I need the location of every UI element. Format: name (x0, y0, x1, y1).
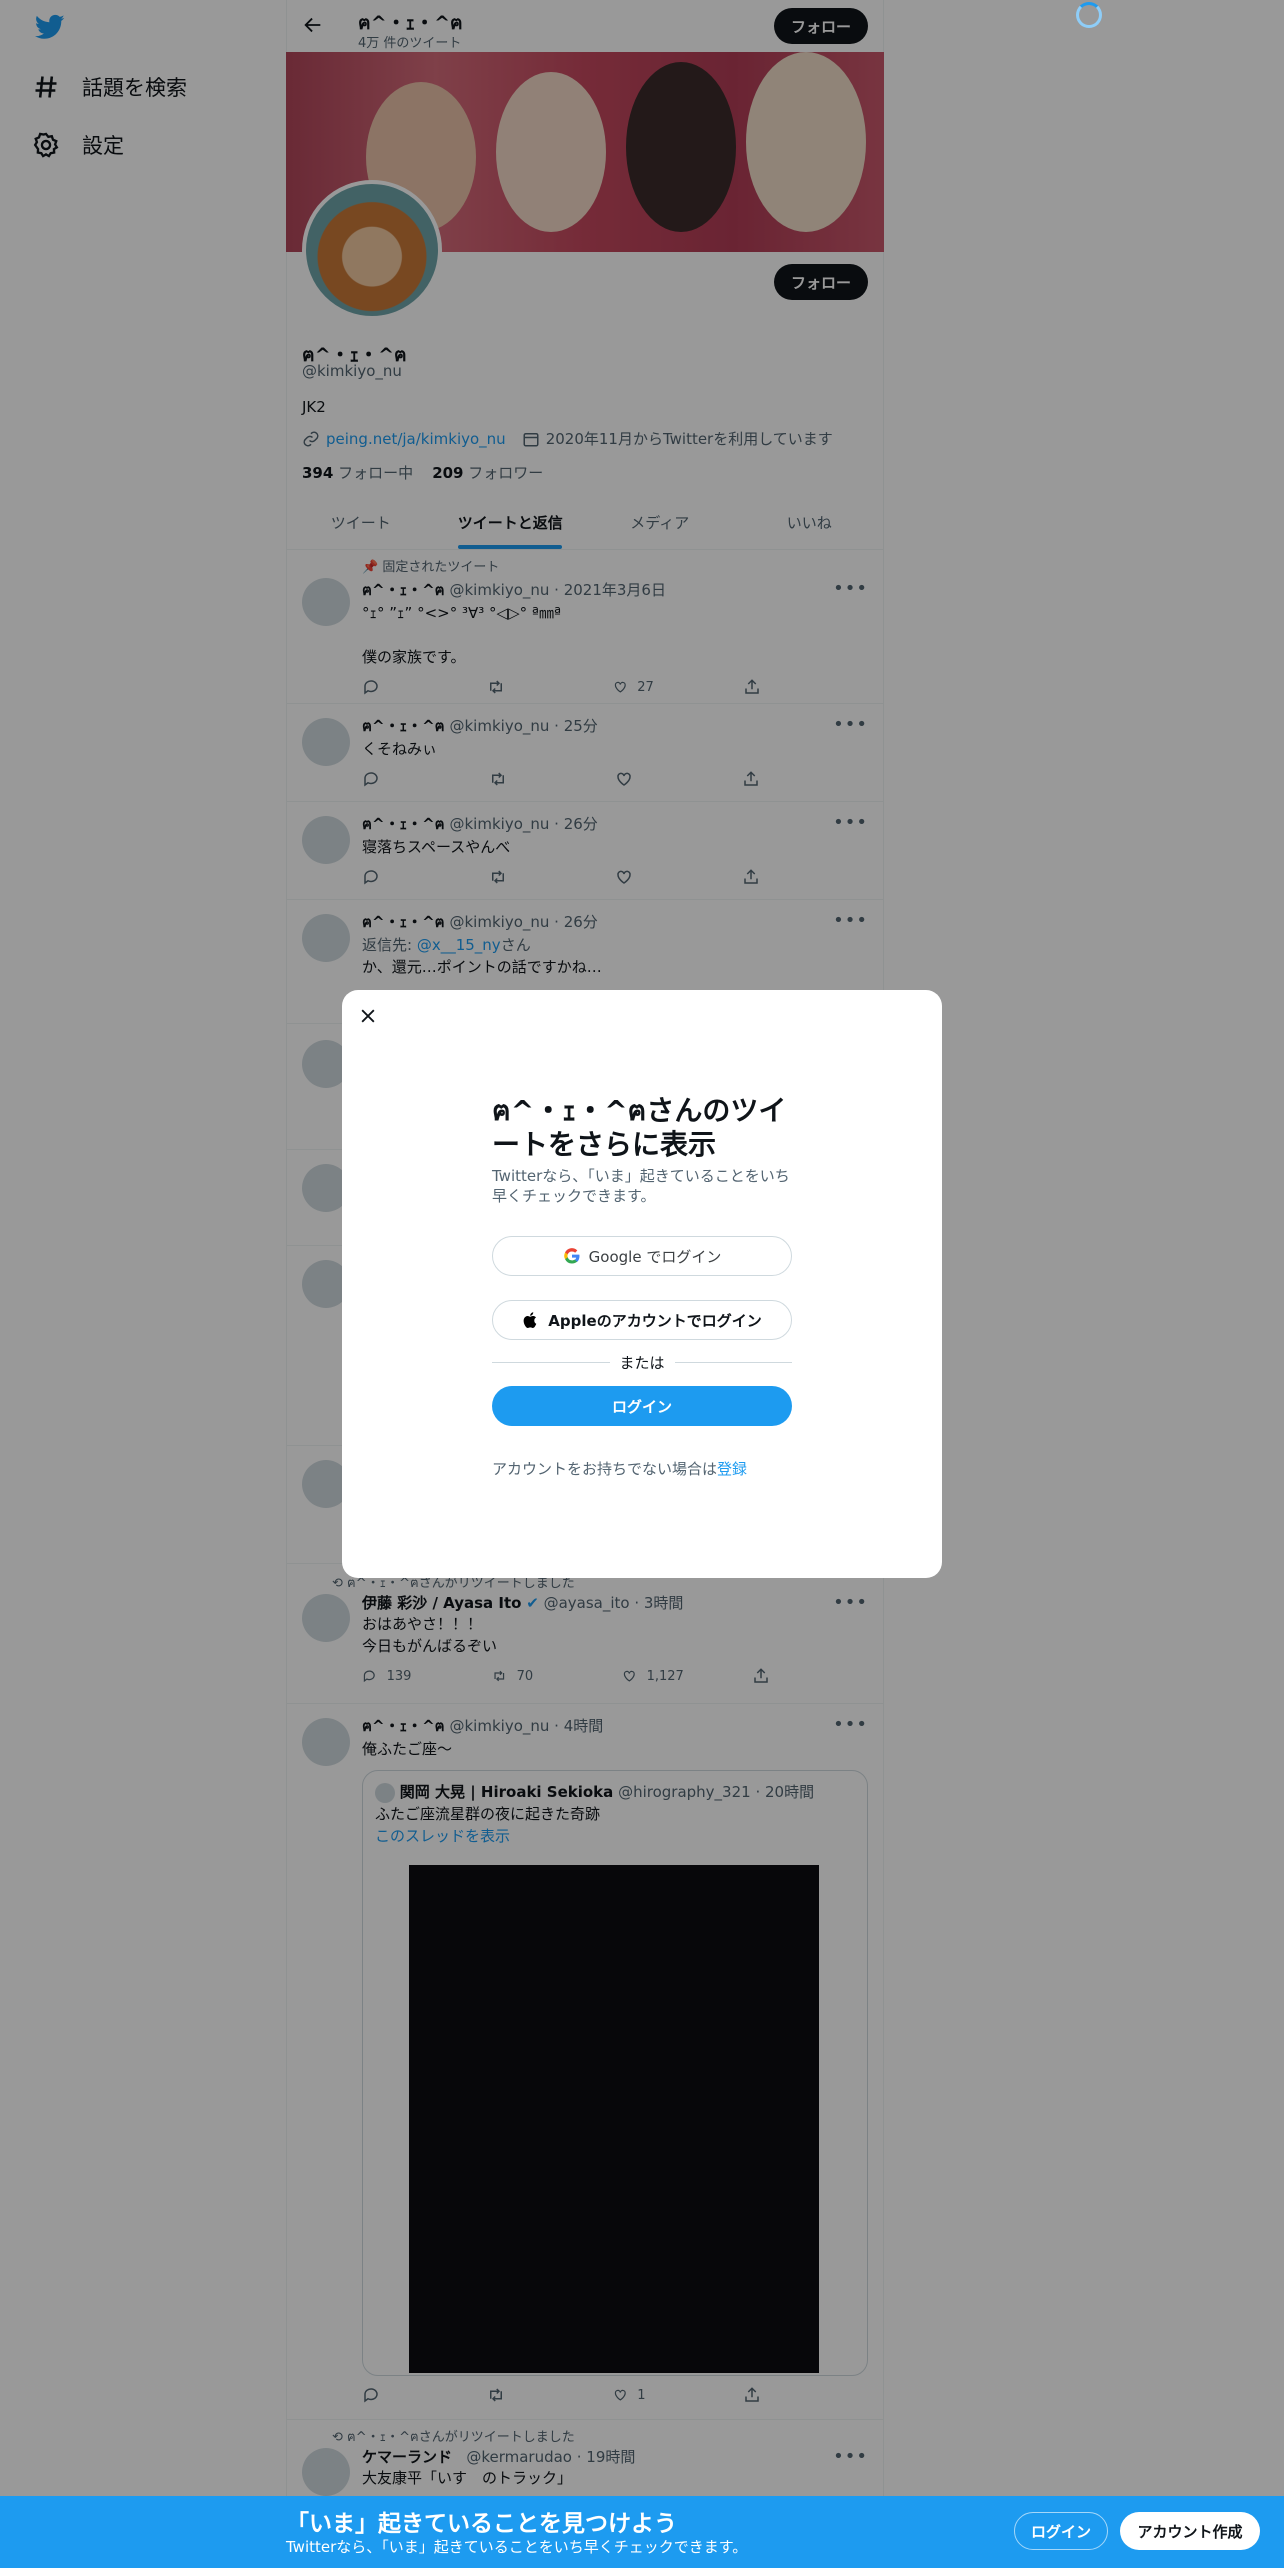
or-label: または (619, 1354, 665, 1372)
signup-link[interactable]: 登録 (717, 1460, 747, 1478)
bottom-bar-subtitle: Twitterなら、「いま」起きていることをいち早くチェックできます。 (286, 2538, 748, 2556)
login-button[interactable]: ログイン (492, 1386, 792, 1426)
google-login-label: Google でログイン (588, 1247, 722, 1266)
bottom-login-button[interactable]: ログイン (1014, 2512, 1108, 2550)
bottom-signup-bar: 「いま」起きていることを見つけよう Twitterなら、「いま」起きていることを… (0, 2496, 1284, 2568)
modal-description: Twitterなら、「いま」起きていることをいち早くチェックできます。 (492, 1167, 790, 1205)
google-login-button[interactable]: Google でログイン (492, 1236, 792, 1276)
signup-prefix: アカウントをお持ちでない場合は (492, 1460, 718, 1478)
loading-spinner-icon (1076, 2, 1102, 28)
modal-title: ฅ^・ｪ・^ฅさんのツイートをさらに表示 (492, 1094, 787, 1161)
apple-icon (523, 1312, 537, 1328)
apple-login-button[interactable]: Appleのアカウントでログイン (492, 1300, 792, 1340)
bottom-bar-title: 「いま」起きていることを見つけよう (286, 2511, 677, 2537)
google-icon (563, 1248, 580, 1264)
login-modal: ฅ^・ｪ・^ฅさんのツイートをさらに表示 Twitterなら、「いま」起きている… (342, 990, 942, 1578)
close-icon[interactable] (358, 1006, 378, 1026)
or-divider: または (492, 1352, 792, 1373)
bottom-signup-button[interactable]: アカウント作成 (1120, 2512, 1260, 2550)
apple-login-label: Appleのアカウントでログイン (548, 1311, 762, 1330)
signup-prompt: アカウントをお持ちでない場合は登録 (492, 1458, 747, 1479)
